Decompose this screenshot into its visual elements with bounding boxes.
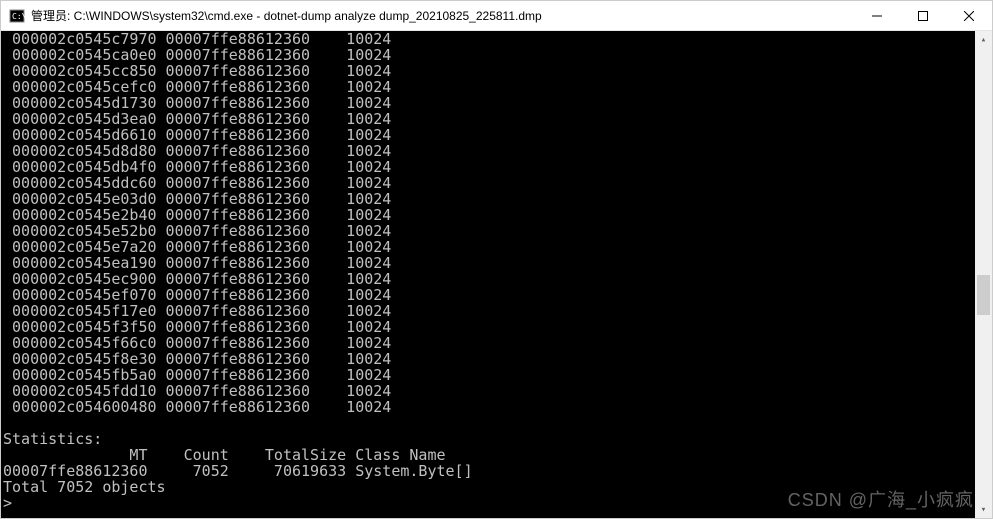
- terminal-line: 000002c054600480 00007ffe88612360 10024: [3, 399, 975, 415]
- terminal-line: 000002c0545f3f50 00007ffe88612360 10024: [3, 319, 975, 335]
- terminal-line: 000002c0545db4f0 00007ffe88612360 10024: [3, 159, 975, 175]
- window-title: 管理员: C:\WINDOWS\system32\cmd.exe - dotne…: [31, 7, 854, 24]
- terminal-output[interactable]: 000002c0545c7970 00007ffe88612360 10024 …: [1, 31, 975, 518]
- svg-text:C:\: C:\: [12, 12, 25, 21]
- maximize-button[interactable]: [900, 1, 946, 30]
- terminal-line: 000002c0545f66c0 00007ffe88612360 10024: [3, 335, 975, 351]
- window-controls: [854, 1, 992, 30]
- terminal-line: 000002c0545c7970 00007ffe88612360 10024: [3, 31, 975, 47]
- terminal-line: 000002c0545cc850 00007ffe88612360 10024: [3, 63, 975, 79]
- terminal-line: MT Count TotalSize Class Name: [3, 447, 975, 463]
- scroll-up-arrow[interactable]: ▴: [975, 31, 992, 48]
- terminal-line: 000002c0545ddc60 00007ffe88612360 10024: [3, 175, 975, 191]
- terminal-line: 000002c0545ea190 00007ffe88612360 10024: [3, 255, 975, 271]
- minimize-button[interactable]: [854, 1, 900, 30]
- cmd-icon: C:\: [9, 8, 25, 24]
- terminal-line: 000002c0545cefc0 00007ffe88612360 10024: [3, 79, 975, 95]
- terminal-line: 000002c0545d1730 00007ffe88612360 10024: [3, 95, 975, 111]
- terminal-line: Statistics:: [3, 431, 975, 447]
- terminal-line: 000002c0545ca0e0 00007ffe88612360 10024: [3, 47, 975, 63]
- scrollbar-track[interactable]: [975, 48, 992, 501]
- terminal-line: 000002c0545ec900 00007ffe88612360 10024: [3, 271, 975, 287]
- terminal-line: 000002c0545f17e0 00007ffe88612360 10024: [3, 303, 975, 319]
- close-button[interactable]: [946, 1, 992, 30]
- terminal-line: [3, 415, 975, 431]
- terminal-line: 000002c0545d8d80 00007ffe88612360 10024: [3, 143, 975, 159]
- terminal-line: >: [3, 495, 975, 511]
- terminal-line: 000002c0545e52b0 00007ffe88612360 10024: [3, 223, 975, 239]
- terminal-line: 000002c0545fdd10 00007ffe88612360 10024: [3, 383, 975, 399]
- terminal-line: 000002c0545ef070 00007ffe88612360 10024: [3, 287, 975, 303]
- titlebar[interactable]: C:\ 管理员: C:\WINDOWS\system32\cmd.exe - d…: [1, 1, 992, 31]
- terminal-area: 000002c0545c7970 00007ffe88612360 10024 …: [1, 31, 992, 518]
- cmd-window: C:\ 管理员: C:\WINDOWS\system32\cmd.exe - d…: [0, 0, 993, 519]
- scrollbar-thumb[interactable]: [977, 275, 990, 315]
- terminal-line: Total 7052 objects: [3, 479, 975, 495]
- terminal-line: 000002c0545d6610 00007ffe88612360 10024: [3, 127, 975, 143]
- vertical-scrollbar[interactable]: ▴ ▾: [975, 31, 992, 518]
- terminal-line: 000002c0545e7a20 00007ffe88612360 10024: [3, 239, 975, 255]
- terminal-line: 000002c0545fb5a0 00007ffe88612360 10024: [3, 367, 975, 383]
- terminal-line: 000002c0545f8e30 00007ffe88612360 10024: [3, 351, 975, 367]
- terminal-line: 000002c0545e03d0 00007ffe88612360 10024: [3, 191, 975, 207]
- terminal-line: 000002c0545e2b40 00007ffe88612360 10024: [3, 207, 975, 223]
- terminal-line: 00007ffe88612360 7052 70619633 System.By…: [3, 463, 975, 479]
- scroll-down-arrow[interactable]: ▾: [975, 501, 992, 518]
- terminal-line: 000002c0545d3ea0 00007ffe88612360 10024: [3, 111, 975, 127]
